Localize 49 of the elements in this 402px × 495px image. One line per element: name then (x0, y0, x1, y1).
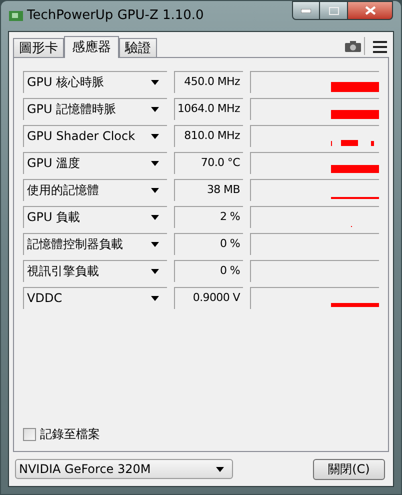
sensor-reading: 450.0 MHz (174, 70, 243, 92)
caret-icon (151, 80, 159, 84)
window-title: TechPowerUp GPU-Z 1.10.0 (27, 7, 205, 26)
sensor-graph (331, 140, 374, 146)
minimize-icon (301, 8, 311, 12)
checkbox[interactable] (23, 428, 36, 440)
caret-icon (151, 214, 159, 220)
maximize-icon (328, 6, 338, 14)
sensor-reading: 1064.0 MHz (174, 98, 243, 120)
caret-icon (151, 296, 159, 300)
sensor-reading: 0.9000 V (174, 286, 243, 308)
sensor-graph (331, 164, 379, 172)
sensor-select[interactable]: GPU 核心時脈 (23, 70, 167, 92)
minimize-button[interactable] (292, 1, 320, 20)
sensor-select[interactable]: GPU 負載 (23, 206, 167, 228)
sensor-select[interactable]: GPU 記憶體時脈 (23, 98, 167, 120)
tab[interactable]: 驗證 (119, 38, 157, 57)
sensor-reading: 70.0 °C (174, 152, 243, 174)
checkbox-label: 記錄至檔案 (40, 426, 100, 443)
sensor-select[interactable]: 記憶體控制器負載 (23, 232, 167, 254)
close-icon (364, 6, 376, 15)
sensor-reading: 2 % (174, 206, 243, 228)
tab[interactable]: 感應器 (64, 36, 119, 58)
tab[interactable]: 圖形卡 (13, 38, 64, 57)
maximize-button[interactable] (320, 1, 347, 20)
sensor-select[interactable]: 使用的記憶體 (23, 178, 167, 200)
gpu-dropdown[interactable]: NVIDIA GeForce 320M (15, 459, 233, 479)
menu-icon[interactable] (373, 40, 387, 54)
caret-icon (151, 134, 159, 138)
sensor-graph (331, 302, 379, 306)
sensor-graph (331, 82, 379, 92)
caret-icon (216, 466, 224, 472)
sensor-graph (331, 110, 379, 118)
close-button[interactable] (347, 1, 393, 20)
caret-icon (151, 268, 159, 274)
sensor-reading: 38 MB (174, 178, 243, 200)
sensor-reading: 0 % (174, 232, 243, 254)
gpu-card-icon (9, 11, 23, 21)
sensor-select[interactable]: GPU 溫度 (23, 152, 167, 174)
sensor-select[interactable]: GPU Shader Clock (23, 124, 167, 146)
sensor-reading: 810.0 MHz (174, 124, 243, 146)
caret-icon (151, 242, 159, 246)
close-dialog-button[interactable]: 關閉(C) (313, 458, 385, 480)
sensor-select[interactable]: VDDC (23, 286, 167, 308)
caret-icon (151, 188, 159, 192)
sensor-select[interactable]: 視訊引擎負載 (23, 260, 167, 282)
caret-icon (151, 106, 159, 112)
caret-icon (151, 160, 159, 166)
sensor-reading: 0 % (174, 260, 243, 282)
